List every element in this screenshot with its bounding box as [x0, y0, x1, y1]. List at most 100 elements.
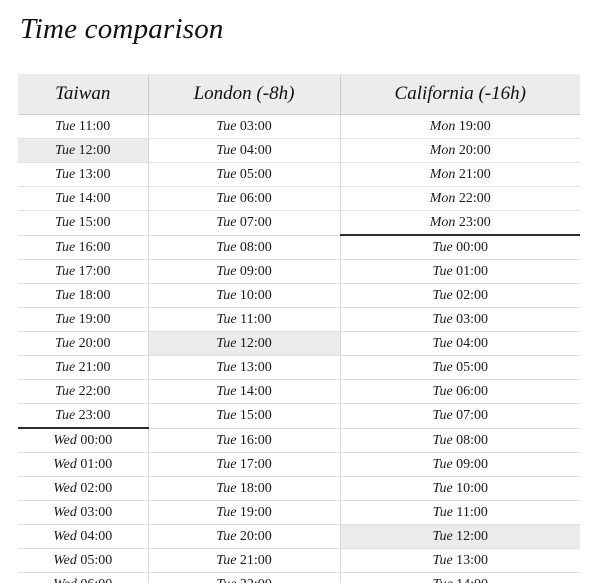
time-cell-california[interactable]: Tue 02:00 — [340, 283, 580, 308]
day-label: Tue — [54, 215, 76, 231]
day-label: Tue — [216, 553, 237, 568]
time-cell-taiwan[interactable]: Tue 13:00 — [18, 162, 149, 187]
clock-label: 13:00 — [239, 360, 272, 375]
time-cell-london[interactable]: Tue 21:00 — [148, 548, 341, 573]
time-cell-london[interactable]: Tue 19:00 — [148, 500, 341, 525]
clock-label: 14:00 — [456, 577, 488, 583]
time-cell-california[interactable]: Tue 06:00 — [340, 379, 580, 404]
time-cell-taiwan[interactable]: Wed 00:00 — [18, 428, 149, 453]
clock-label: 18:00 — [239, 481, 272, 496]
table-row: Tue 14:00 Tue 06:00 Mon 22:00 — [18, 186, 580, 211]
time-cell-taiwan[interactable]: Tue 19:00 — [18, 307, 149, 332]
day-label: Tue — [432, 312, 453, 327]
clock-label: 03:00 — [239, 119, 272, 134]
time-cell-london[interactable]: Tue 05:00 — [148, 162, 341, 187]
clock-label: 16:00 — [239, 432, 272, 448]
table-body: Tue 11:00 Tue 03:00 Mon 19:00 Tue 12:00 Tue … — [18, 114, 580, 583]
time-cell-taiwan[interactable]: Tue 11:00 — [18, 114, 149, 139]
clock-label: 10:00 — [456, 481, 489, 496]
time-cell-taiwan[interactable]: Wed 05:00 — [18, 548, 149, 573]
time-cell-london[interactable]: Tue 16:00 — [148, 428, 341, 453]
time-cell-london[interactable]: Tue 06:00 — [148, 186, 341, 211]
table-row: Wed 03:00 Tue 19:00 Tue 11:00 — [18, 500, 580, 525]
time-cell-california[interactable]: Mon 22:00 — [340, 186, 580, 211]
time-cell-london[interactable]: Tue 11:00 — [148, 307, 341, 332]
time-cell-california[interactable]: Tue 04:00 — [340, 331, 580, 356]
clock-label: 19:00 — [78, 312, 111, 327]
time-cell-california[interactable]: Tue 14:00 — [340, 572, 580, 583]
column-header-london[interactable]: London (-8h) — [148, 74, 341, 115]
time-cell-california[interactable]: Tue 05:00 — [340, 355, 580, 380]
time-cell-london[interactable]: Tue 07:00 — [148, 210, 341, 236]
day-label: Tue — [432, 360, 453, 375]
time-cell-california[interactable]: Tue 03:00 — [340, 307, 580, 332]
time-cell-london[interactable]: Tue 12:00 — [148, 331, 341, 356]
time-cell-london[interactable]: Tue 22:00 — [148, 572, 341, 583]
day-label: Tue — [432, 336, 453, 351]
time-cell-taiwan[interactable]: Wed 02:00 — [18, 476, 149, 501]
clock-label: 13:00 — [78, 167, 111, 182]
time-cell-london[interactable]: Tue 10:00 — [148, 283, 341, 308]
time-cell-taiwan[interactable]: Tue 14:00 — [18, 186, 149, 211]
time-comparison-table-container: Taiwan London (-8h) California (-16h) Tu… — [18, 74, 580, 583]
clock-label: 20:00 — [458, 143, 491, 158]
time-cell-taiwan[interactable]: Tue 15:00 — [18, 210, 149, 236]
time-cell-taiwan[interactable]: Tue 17:00 — [18, 259, 149, 284]
table-row: Tue 13:00 Tue 05:00 Mon 21:00 — [18, 162, 580, 187]
time-cell-california[interactable]: Tue 00:00 — [340, 235, 580, 260]
day-label: Wed — [53, 505, 77, 520]
time-cell-california[interactable]: Mon 19:00 — [340, 114, 580, 139]
time-cell-california[interactable]: Tue 08:00 — [340, 428, 580, 453]
table-row: Tue 22:00 Tue 14:00 Tue 06:00 — [18, 379, 580, 404]
time-cell-taiwan[interactable]: Wed 01:00 — [18, 452, 149, 477]
time-cell-taiwan[interactable]: Tue 18:00 — [18, 283, 149, 308]
table-row: Wed 01:00 Tue 17:00 Tue 09:00 — [18, 452, 580, 477]
time-cell-taiwan[interactable]: Wed 06:00 — [18, 572, 149, 583]
time-cell-california[interactable]: Mon 20:00 — [340, 138, 580, 163]
time-cell-taiwan[interactable]: Wed 03:00 — [18, 500, 149, 525]
day-label: Tue — [216, 215, 237, 231]
day-label: Wed — [53, 529, 77, 544]
time-cell-london[interactable]: Tue 14:00 — [148, 379, 341, 404]
time-cell-london[interactable]: Tue 03:00 — [148, 114, 341, 139]
time-cell-london[interactable]: Tue 18:00 — [148, 476, 341, 501]
time-cell-california[interactable]: Tue 11:00 — [340, 500, 580, 525]
clock-label: 21:00 — [239, 553, 272, 568]
time-cell-california[interactable]: Tue 01:00 — [340, 259, 580, 284]
time-cell-california[interactable]: Tue 13:00 — [340, 548, 580, 573]
time-cell-london[interactable]: Tue 04:00 — [148, 138, 341, 163]
clock-label: 00:00 — [80, 433, 113, 448]
time-cell-taiwan[interactable]: Wed 04:00 — [18, 524, 149, 549]
time-cell-taiwan[interactable]: Tue 21:00 — [18, 355, 149, 380]
clock-label: 07:00 — [456, 408, 489, 424]
column-header-taiwan[interactable]: Taiwan — [18, 74, 149, 115]
clock-label: 23:00 — [78, 408, 111, 423]
time-cell-taiwan[interactable]: Tue 16:00 — [18, 235, 149, 260]
time-cell-california[interactable]: Tue 07:00 — [340, 403, 580, 429]
time-cell-london[interactable]: Tue 13:00 — [148, 355, 341, 380]
time-cell-taiwan[interactable]: Tue 20:00 — [18, 331, 149, 356]
day-label: Tue — [432, 577, 452, 583]
clock-label: 01:00 — [456, 264, 489, 279]
time-cell-california[interactable]: Mon 23:00 — [340, 210, 580, 236]
column-header-california[interactable]: California (-16h) — [340, 74, 580, 115]
clock-label: 10:00 — [239, 288, 272, 303]
time-cell-taiwan[interactable]: Tue 12:00 — [18, 138, 149, 163]
time-cell-california[interactable]: Tue 10:00 — [340, 476, 580, 501]
time-cell-london[interactable]: Tue 09:00 — [148, 259, 341, 284]
time-cell-taiwan[interactable]: Tue 23:00 — [18, 403, 149, 429]
clock-label: 12:00 — [239, 336, 272, 351]
day-label: Tue — [54, 143, 76, 158]
time-cell-london[interactable]: Tue 15:00 — [148, 403, 341, 429]
time-cell-california[interactable]: Tue 09:00 — [340, 452, 580, 477]
time-cell-london[interactable]: Tue 08:00 — [148, 235, 341, 260]
time-cell-london[interactable]: Tue 20:00 — [148, 524, 341, 549]
time-cell-london[interactable]: Tue 17:00 — [148, 452, 341, 477]
table-row: Tue 21:00 Tue 13:00 Tue 05:00 — [18, 355, 580, 380]
day-label: Tue — [54, 239, 76, 255]
day-label: Tue — [54, 360, 76, 375]
time-cell-california[interactable]: Mon 21:00 — [340, 162, 580, 187]
time-cell-taiwan[interactable]: Tue 22:00 — [18, 379, 149, 404]
day-label: Tue — [216, 143, 237, 158]
time-cell-california[interactable]: Tue 12:00 — [340, 524, 580, 549]
